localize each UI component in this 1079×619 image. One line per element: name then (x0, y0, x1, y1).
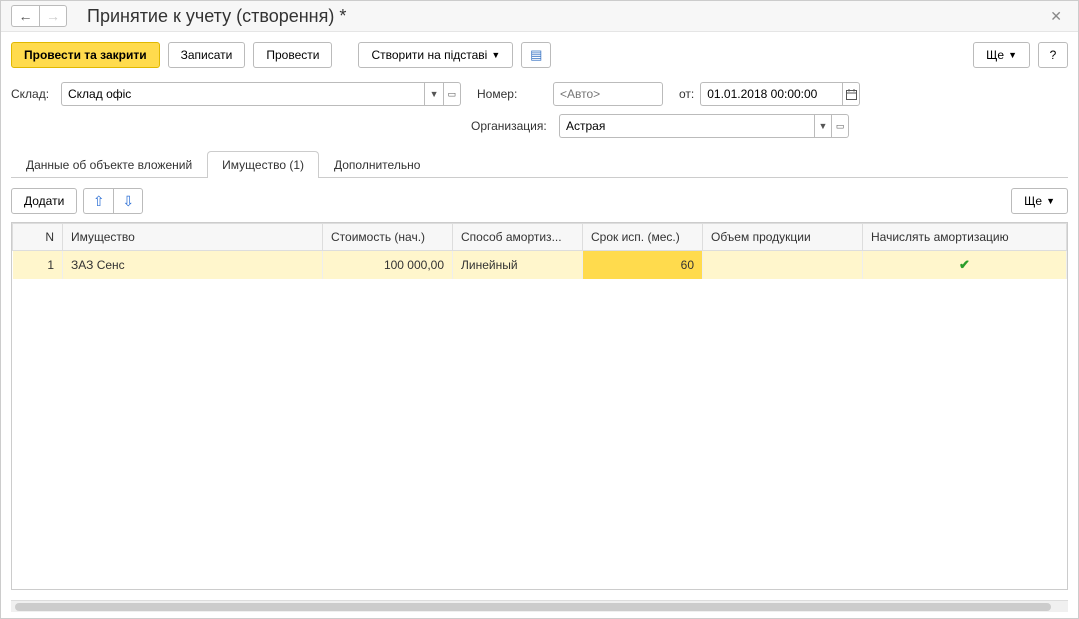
warehouse-label: Склад: (11, 87, 55, 101)
open-icon[interactable]: ▭ (831, 114, 849, 138)
scrollbar-thumb[interactable] (15, 603, 1051, 611)
number-input[interactable] (553, 82, 663, 106)
cell-n[interactable]: 1 (13, 251, 63, 280)
col-header-accrue[interactable]: Начислять амортизацию (863, 224, 1067, 251)
dropdown-icon[interactable]: ▼ (424, 82, 442, 106)
chevron-down-icon: ▼ (491, 50, 500, 60)
page-title: Принятие к учету (створення) * (87, 6, 1044, 27)
close-icon[interactable]: ✕ (1044, 6, 1068, 27)
cell-cost[interactable]: 100 000,00 (323, 251, 453, 280)
post-button[interactable]: Провести (253, 42, 332, 68)
document-icon-button[interactable]: ▤ (521, 42, 551, 68)
table-more-button[interactable]: Ще ▼ (1011, 188, 1068, 214)
move-down-button[interactable]: ⇩ (113, 188, 143, 214)
help-button[interactable]: ? (1038, 42, 1068, 68)
date-input[interactable] (700, 82, 842, 106)
tab-additional[interactable]: Дополнительно (319, 151, 435, 178)
post-and-close-button[interactable]: Провести та закрити (11, 42, 160, 68)
arrow-down-icon: ⇩ (122, 193, 134, 210)
check-icon: ✔ (959, 257, 970, 272)
table-row[interactable]: 1 ЗАЗ Сенс 100 000,00 Линейный 60 ✔ (13, 251, 1067, 280)
more-label: Ще (986, 48, 1004, 62)
add-row-button[interactable]: Додати (11, 188, 77, 214)
cell-term[interactable]: 60 (583, 251, 703, 280)
col-header-n[interactable]: N (13, 224, 63, 251)
create-based-label: Створити на підставі (371, 48, 487, 62)
tab-property[interactable]: Имущество (1) (207, 151, 319, 178)
horizontal-scrollbar[interactable] (11, 600, 1068, 612)
tab-object-data[interactable]: Данные об объекте вложений (11, 151, 207, 178)
document-icon: ▤ (530, 47, 542, 63)
arrow-up-icon: ⇧ (93, 193, 105, 210)
org-input[interactable] (559, 114, 814, 138)
col-header-cost[interactable]: Стоимость (нач.) (323, 224, 453, 251)
warehouse-input[interactable] (61, 82, 424, 106)
dropdown-icon[interactable]: ▼ (814, 114, 832, 138)
cell-amort[interactable]: Линейный (453, 251, 583, 280)
calendar-icon[interactable] (842, 82, 860, 106)
nav-forward-button: → (39, 5, 67, 27)
col-header-term[interactable]: Срок исп. (мес.) (583, 224, 703, 251)
move-up-button[interactable]: ⇧ (83, 188, 113, 214)
cell-accrue[interactable]: ✔ (863, 251, 1067, 280)
nav-back-button[interactable]: ← (11, 5, 39, 27)
save-button[interactable]: Записати (168, 42, 246, 68)
from-label: от: (679, 87, 694, 101)
chevron-down-icon: ▼ (1046, 196, 1055, 206)
chevron-down-icon: ▼ (1008, 50, 1017, 60)
col-header-property[interactable]: Имущество (63, 224, 323, 251)
more-button[interactable]: Ще ▼ (973, 42, 1030, 68)
org-label: Организация: (471, 119, 553, 133)
col-header-amort[interactable]: Способ амортиз... (453, 224, 583, 251)
create-based-on-button[interactable]: Створити на підставі ▼ (358, 42, 513, 68)
number-label: Номер: (477, 87, 547, 101)
table-more-label: Ще (1024, 194, 1042, 208)
cell-property[interactable]: ЗАЗ Сенс (63, 251, 323, 280)
open-icon[interactable]: ▭ (443, 82, 461, 106)
cell-volume[interactable] (703, 251, 863, 280)
col-header-volume[interactable]: Объем продукции (703, 224, 863, 251)
